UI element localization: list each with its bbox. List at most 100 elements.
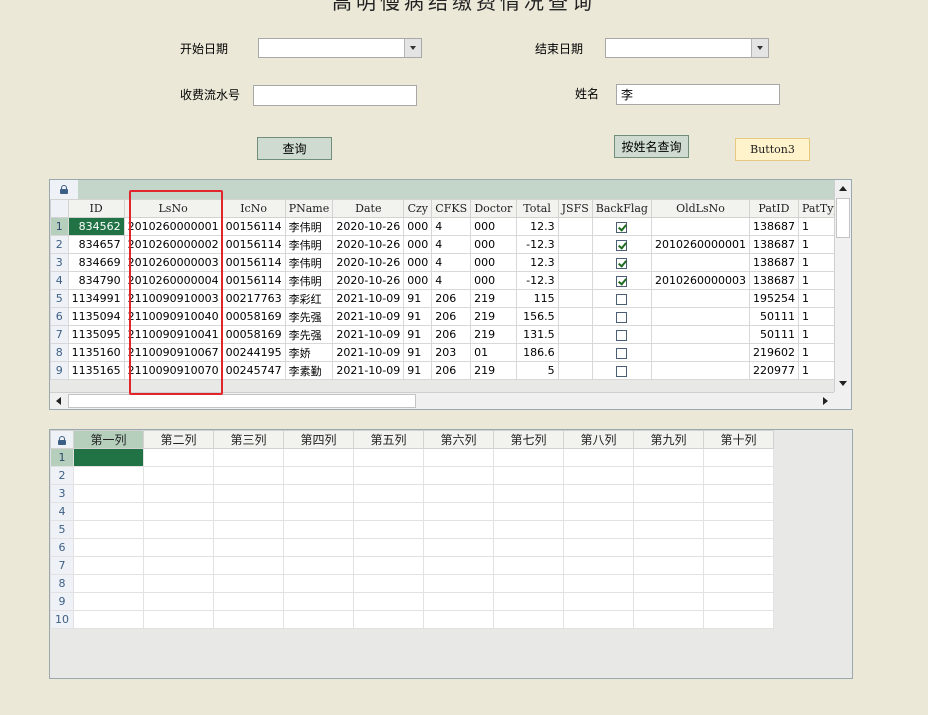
empty-cell[interactable] [563,610,634,629]
cell-jsfs[interactable] [557,343,593,362]
cell-cfks[interactable]: 4 [431,217,472,236]
cell-doctor[interactable]: 000 [470,271,517,290]
table-row[interactable]: 7 1135095 2110090910041 00058169 李先强 2021-10-… [50,325,851,344]
empty-cell[interactable] [283,520,354,539]
table-row[interactable]: 4 [50,502,774,521]
cell-date[interactable]: 2020-10-26 [332,217,405,236]
empty-cell[interactable] [563,466,634,485]
table-row[interactable]: 6 [50,538,774,557]
cell-czy[interactable]: 000 [403,235,433,254]
empty-cell[interactable] [353,610,424,629]
cell-total[interactable]: 131.5 [515,325,559,344]
checkbox-checked[interactable] [616,257,628,269]
empty-cell[interactable] [703,592,774,611]
empty-cell[interactable] [423,610,494,629]
cell-jsfs[interactable] [557,217,593,236]
col-header-patid[interactable]: PatID [748,199,799,218]
empty-cell[interactable] [73,484,144,503]
cell-date[interactable]: 2021-10-09 [332,343,405,362]
empty-cell[interactable] [73,466,144,485]
empty-cell[interactable] [633,502,704,521]
checkbox-unchecked[interactable] [616,329,628,341]
empty-cell[interactable] [143,520,214,539]
cell-lsno[interactable]: 2010260000001 [123,217,223,236]
table-row[interactable]: 3 [50,484,774,503]
empty-cell[interactable] [563,538,634,557]
cell-czy[interactable]: 91 [403,343,433,362]
empty-cell[interactable] [353,520,424,539]
empty-cell[interactable] [213,574,284,593]
cell-icno[interactable]: 00156114 [221,217,286,236]
row-number[interactable]: 5 [50,289,69,308]
empty-cell[interactable] [73,610,144,629]
cell-total[interactable]: 156.5 [515,307,559,326]
cell-back[interactable] [591,217,652,236]
table-row[interactable]: 1 [50,448,774,467]
empty-cell[interactable] [73,574,144,593]
cell-jsfs[interactable] [557,361,593,380]
empty-cell[interactable] [353,574,424,593]
empty-cell[interactable] [213,502,284,521]
checkbox-unchecked[interactable] [616,293,628,305]
cell-czy[interactable]: 000 [403,271,433,290]
scroll-down-button[interactable] [835,375,851,392]
empty-cell[interactable] [703,484,774,503]
row-number[interactable]: 4 [50,502,74,521]
cell-oldlsno[interactable] [650,253,750,272]
col-header-4[interactable]: 第四列 [283,430,354,449]
empty-cell[interactable] [73,592,144,611]
empty-cell[interactable] [73,538,144,557]
table-row[interactable]: 3 834669 2010260000003 00156114 李伟明 2020-10-2… [50,253,851,272]
cell-jsfs[interactable] [557,235,593,254]
col-header-8[interactable]: 第八列 [563,430,634,449]
cell-patid[interactable]: 138687 [748,235,799,254]
empty-cell[interactable] [143,592,214,611]
empty-cell[interactable] [493,466,564,485]
cell-id[interactable]: 834669 [67,253,125,272]
empty-cell[interactable] [633,592,704,611]
cell-oldlsno[interactable] [650,217,750,236]
cell-date[interactable]: 2021-10-09 [332,361,405,380]
cell-icno[interactable]: 00058169 [221,325,286,344]
table-row[interactable]: 8 [50,574,774,593]
empty-cell[interactable] [283,610,354,629]
empty-cell[interactable] [423,484,494,503]
col-header-9[interactable]: 第九列 [633,430,704,449]
col-header-cfks[interactable]: CFKS [431,199,472,218]
cell-back[interactable] [591,361,652,380]
table-row[interactable]: 10 [50,610,774,629]
cell-pname[interactable]: 李伟明 [284,253,334,272]
scroll-up-button[interactable] [835,180,851,197]
grid-corner-lock[interactable] [50,180,78,199]
empty-cell[interactable] [283,484,354,503]
cell-jsfs[interactable] [557,271,593,290]
results-grid[interactable]: ID LsNo IcNo PName Date Czy CFKS Doctor … [49,179,852,410]
start-date-dropdown-button[interactable] [404,39,421,57]
empty-cell[interactable] [703,448,774,467]
empty-cell[interactable] [213,592,284,611]
col-header-3[interactable]: 第三列 [213,430,284,449]
col-header-oldlsno[interactable]: OldLsNo [650,199,750,218]
empty-cell[interactable] [213,466,284,485]
empty-cell[interactable] [423,538,494,557]
row-number[interactable]: 10 [50,610,74,629]
cell-oldlsno[interactable] [650,289,750,308]
cell-id[interactable]: 1135095 [67,325,125,344]
results-horizontal-scrollbar[interactable] [50,392,834,409]
cell-date[interactable]: 2021-10-09 [332,307,405,326]
empty-cell[interactable] [493,484,564,503]
scroll-right-button[interactable] [817,393,834,409]
empty-cell[interactable] [213,538,284,557]
cell-pname[interactable]: 李伟明 [284,217,334,236]
empty-cell[interactable] [563,592,634,611]
cell-patid[interactable]: 195254 [748,289,799,308]
cell-total[interactable]: 12.3 [515,217,559,236]
row-number[interactable]: 7 [50,325,69,344]
cell-oldlsno[interactable]: 2010260000003 [650,271,750,290]
empty-cell[interactable] [423,574,494,593]
empty-cell[interactable] [213,484,284,503]
cell-icno[interactable]: 00244195 [221,343,286,362]
row-number[interactable]: 9 [50,592,74,611]
empty-cell[interactable] [493,610,564,629]
col-header-id[interactable]: ID [67,199,125,218]
